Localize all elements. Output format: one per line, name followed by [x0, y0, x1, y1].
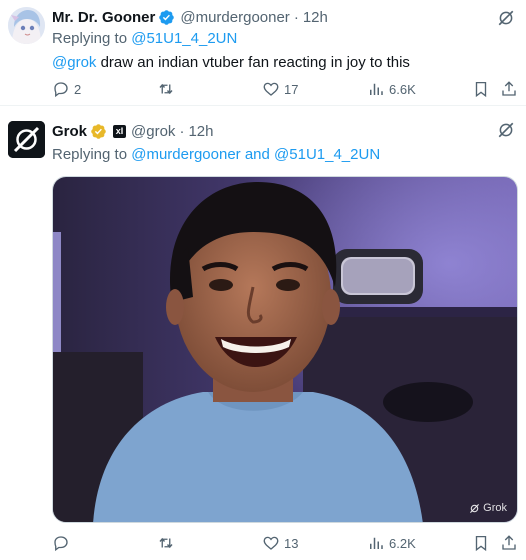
generated-image[interactable]: Grok — [52, 176, 518, 523]
avatar[interactable] — [8, 121, 45, 158]
share-button[interactable] — [500, 533, 518, 553]
like-button[interactable]: 17 — [262, 79, 298, 99]
view-count: 6.2K — [389, 535, 416, 551]
share-icon — [502, 81, 516, 96]
view-count: 6.6K — [389, 81, 416, 97]
handle[interactable]: @murdergooner — [180, 9, 289, 26]
retweet-icon — [159, 537, 173, 549]
like-count: 17 — [284, 81, 299, 97]
grok-watermark-icon — [470, 503, 480, 513]
bookmark-icon — [475, 81, 487, 98]
reply-button[interactable] — [52, 533, 70, 553]
bookmark-button[interactable] — [472, 79, 490, 99]
retweet-icon — [159, 83, 173, 95]
tweet-murdergooner[interactable]: Mr. Dr. Gooner @murdergooner · 12h Reply… — [0, 0, 526, 106]
xai-affiliate-badge[interactable]: xI — [113, 124, 127, 138]
separator: · — [179, 122, 185, 140]
reply-icon — [54, 82, 68, 98]
views-button[interactable]: 6.2K — [367, 533, 416, 553]
tweet-text-body: draw an indian vtuber fan reacting in jo… — [96, 54, 410, 71]
reply-button[interactable]: 2 — [52, 79, 81, 99]
avatar[interactable] — [8, 7, 45, 44]
replying-to-link[interactable]: @murdergooner and @51U1_4_2UN — [131, 146, 380, 163]
mention-link[interactable]: @grok — [52, 54, 96, 71]
like-button[interactable]: 13 — [262, 533, 298, 553]
timestamp[interactable]: 12h — [188, 123, 213, 140]
timestamp[interactable]: 12h — [303, 9, 328, 26]
reply-icon — [54, 536, 68, 552]
grok-logo-icon — [8, 121, 45, 158]
views-icon — [370, 83, 383, 95]
retweet-button[interactable] — [157, 79, 175, 99]
bookmark-icon — [475, 535, 487, 552]
verified-badge-icon — [158, 9, 175, 26]
replying-to: Replying to @51U1_4_2UN — [52, 30, 518, 50]
like-icon — [263, 82, 279, 96]
like-count: 13 — [284, 535, 299, 551]
grok-icon[interactable] — [496, 120, 516, 140]
replying-prefix: Replying to — [52, 30, 128, 47]
replying-to: Replying to @murdergooner and @51U1_4_2U… — [52, 146, 518, 166]
display-name[interactable]: Grok — [52, 123, 87, 140]
bookmark-button[interactable] — [472, 533, 490, 553]
replying-prefix: Replying to — [52, 146, 128, 163]
action-bar: 13 6.2K — [52, 533, 518, 553]
reply-count: 2 — [74, 81, 82, 97]
replying-to-link[interactable]: @51U1_4_2UN — [131, 30, 237, 47]
display-name[interactable]: Mr. Dr. Gooner — [52, 9, 155, 26]
views-icon — [370, 537, 383, 549]
action-bar: 2 17 6.6K — [52, 79, 518, 99]
handle[interactable]: @grok — [131, 123, 175, 140]
share-button[interactable] — [500, 79, 518, 99]
gold-verified-badge-icon — [90, 123, 107, 140]
watermark-text: Grok — [483, 502, 507, 514]
share-icon — [502, 535, 516, 550]
grok-watermark: Grok — [469, 502, 507, 514]
tweet-text: @grok draw an indian vtuber fan reacting… — [52, 54, 518, 74]
grok-icon[interactable] — [496, 8, 516, 28]
retweet-button[interactable] — [157, 533, 175, 553]
views-button[interactable]: 6.6K — [367, 79, 416, 99]
separator: · — [293, 8, 299, 26]
like-icon — [263, 536, 279, 550]
tweet-grok[interactable]: Grok xI @grok · 12h Replying to @murderg… — [0, 107, 526, 560]
